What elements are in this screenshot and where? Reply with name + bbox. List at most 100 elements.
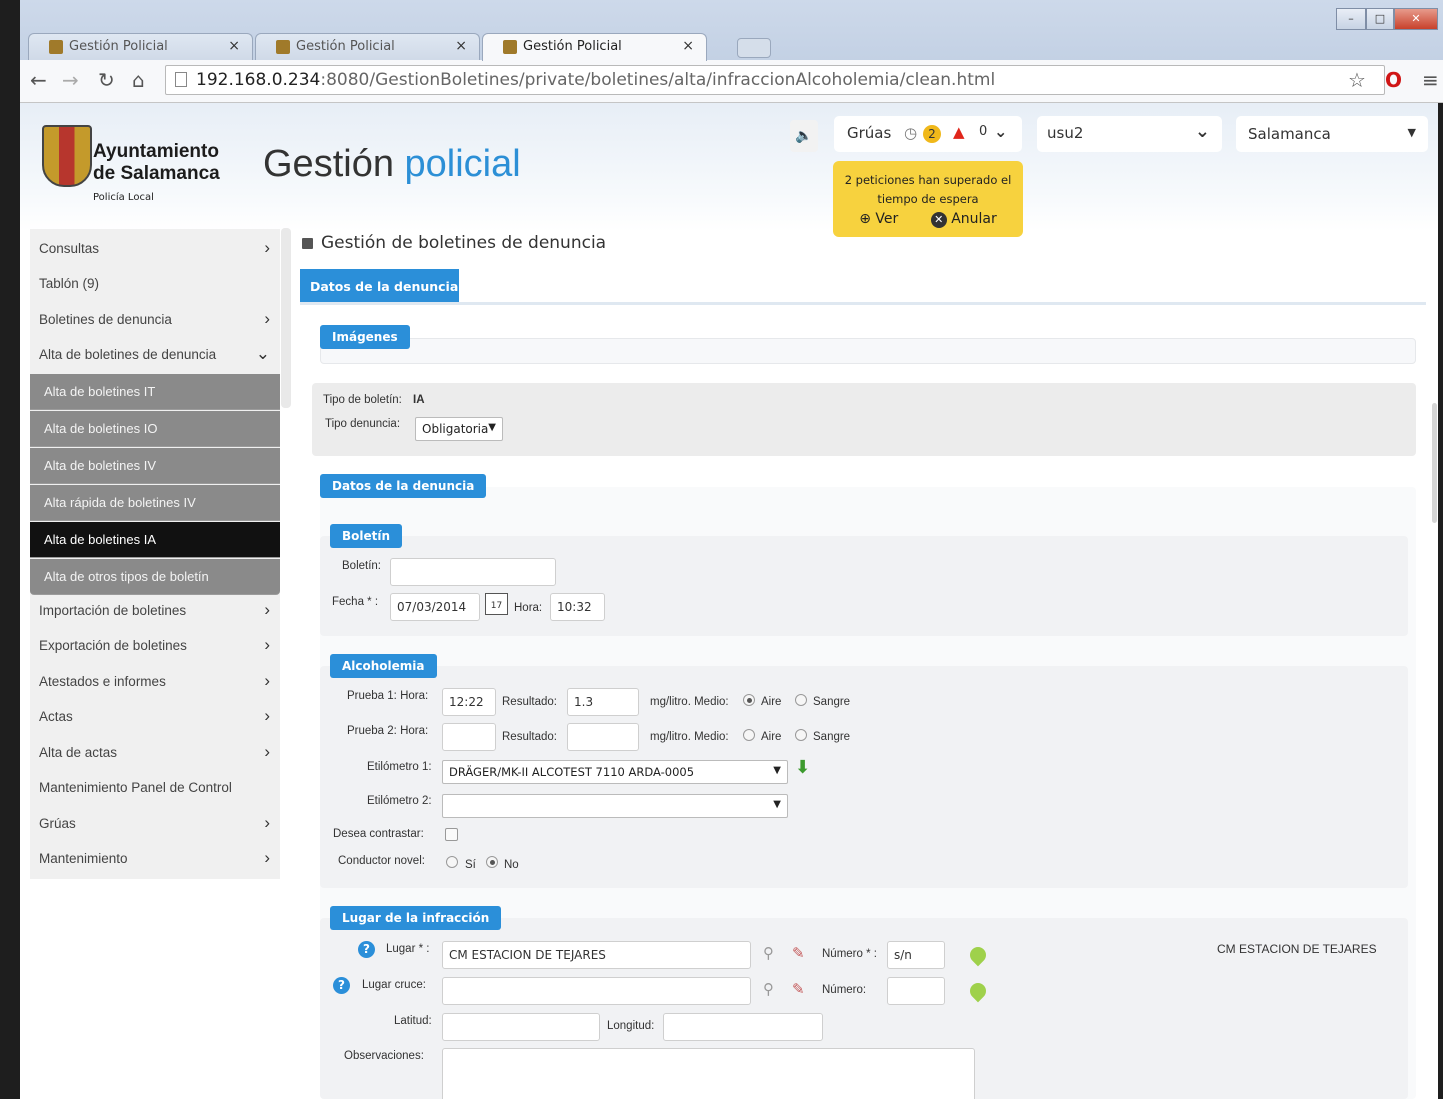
gruas-dropdown[interactable]: Grúas ◷ 2 ▲ 0 ⌄ bbox=[834, 116, 1022, 152]
numero-label: Número: bbox=[822, 984, 867, 996]
prueba1-resultado-input[interactable]: 1.3 bbox=[567, 688, 639, 716]
search-icon[interactable]: ⚲ bbox=[763, 980, 774, 998]
aire-radio-2[interactable] bbox=[743, 729, 755, 741]
menu-icon[interactable]: ≡ bbox=[1422, 68, 1439, 92]
anular-button[interactable]: ✕ Anular bbox=[930, 211, 997, 228]
sangre-radio-1[interactable] bbox=[795, 694, 807, 706]
page-scrollbar[interactable] bbox=[1432, 403, 1437, 523]
sidebar-item-panel-control[interactable]: Mantenimiento Panel de Control bbox=[30, 771, 280, 806]
favicon-icon bbox=[49, 40, 63, 54]
sidebar-item-exportacion[interactable]: Exportación de boletines › bbox=[30, 629, 280, 664]
aire-radio-1[interactable] bbox=[743, 694, 755, 706]
sidebar-item-consultas[interactable]: Consultas › bbox=[30, 232, 280, 267]
back-arrow-icon[interactable]: ← bbox=[30, 68, 47, 92]
prueba2-resultado-input[interactable] bbox=[567, 723, 639, 751]
prueba1-hora-input[interactable]: 12:22 bbox=[442, 688, 496, 716]
sidebar-item-gruas[interactable]: Grúas › bbox=[30, 807, 280, 842]
sidebar-subitem-it[interactable]: Alta de boletines IT bbox=[30, 374, 280, 410]
eraser-icon[interactable]: ✎ bbox=[792, 980, 805, 998]
hora-input[interactable]: 10:32 bbox=[550, 593, 605, 621]
longitud-input[interactable] bbox=[663, 1013, 823, 1041]
search-icon[interactable]: ⚲ bbox=[763, 944, 774, 962]
alcoholemia-legend[interactable]: Alcoholemia bbox=[330, 654, 437, 678]
address-bar[interactable]: 192.168.0.234:8080/GestionBoletines/priv… bbox=[165, 65, 1385, 95]
sidebar-subitem-label: Alta de boletines IV bbox=[44, 458, 157, 473]
mgl-label-1: mg/litro. Medio: bbox=[650, 696, 729, 708]
browser-tab-3[interactable]: Gestión Policial × bbox=[482, 33, 707, 61]
close-window-button[interactable]: ✕ bbox=[1394, 8, 1438, 30]
eraser-icon[interactable]: ✎ bbox=[792, 944, 805, 962]
breadcrumb-icon bbox=[302, 238, 313, 249]
download-arrow-icon[interactable]: ⬇ bbox=[795, 757, 810, 778]
bookmark-star-icon[interactable]: ☆ bbox=[1348, 68, 1366, 92]
help-icon[interactable]: ? bbox=[333, 977, 350, 994]
forward-arrow-icon[interactable]: → bbox=[62, 68, 79, 92]
etilometro1-select[interactable]: DRÄGER/MK-II ALCOTEST 7110 ARDA-0005 ▼ bbox=[442, 760, 788, 784]
home-icon[interactable]: ⌂ bbox=[132, 68, 145, 92]
etilometro2-select[interactable]: ▼ bbox=[442, 794, 788, 818]
sidebar-subitem-label: Alta rápida de boletines IV bbox=[44, 495, 196, 510]
user-dropdown[interactable]: usu2 ⌄ bbox=[1037, 116, 1222, 152]
novel-no-label: No bbox=[504, 859, 519, 871]
page-icon bbox=[175, 72, 187, 87]
datos-denuncia-legend[interactable]: Datos de la denuncia bbox=[320, 474, 487, 498]
lugar-display: CM ESTACION DE TEJARES bbox=[1217, 942, 1377, 956]
boletin-legend[interactable]: Boletín bbox=[330, 524, 403, 548]
boletin-input[interactable] bbox=[390, 558, 556, 586]
chevron-right-icon: › bbox=[264, 309, 270, 328]
sidebar-item-alta-actas[interactable]: Alta de actas › bbox=[30, 736, 280, 771]
tipo-denuncia-select[interactable]: Obligatoria ▼ bbox=[415, 417, 503, 441]
sidebar-item-label: Grúas bbox=[39, 816, 76, 831]
gruas-alert-popup: 2 peticiones han superado el tiempo de e… bbox=[833, 161, 1023, 237]
numero-cruce-input[interactable] bbox=[887, 977, 945, 1005]
sidebar-scrollbar[interactable] bbox=[281, 228, 291, 408]
numero-input[interactable]: s/n bbox=[887, 941, 945, 969]
sidebar-item-alta-boletines[interactable]: Alta de boletines de denuncia ⌄ bbox=[30, 338, 280, 373]
sidebar-subitem-iv[interactable]: Alta de boletines IV bbox=[30, 448, 280, 484]
reload-icon[interactable]: ↻ bbox=[98, 68, 115, 92]
tab-underline bbox=[300, 302, 1426, 305]
sidebar-item-actas[interactable]: Actas › bbox=[30, 700, 280, 735]
sidebar-subitem-ia[interactable]: Alta de boletines IA bbox=[30, 522, 280, 558]
help-icon[interactable]: ? bbox=[358, 941, 375, 958]
minimize-button[interactable]: – bbox=[1336, 8, 1366, 30]
ver-button[interactable]: ⊕ Ver bbox=[859, 211, 898, 227]
observaciones-textarea[interactable] bbox=[442, 1048, 975, 1099]
sidebar-item-tablon[interactable]: Tablón (9) bbox=[30, 267, 280, 302]
novel-no-radio[interactable] bbox=[486, 856, 498, 868]
prueba2-hora-input[interactable] bbox=[442, 723, 496, 751]
browser-tab-1[interactable]: Gestión Policial × bbox=[28, 33, 253, 61]
lugar-input[interactable]: CM ESTACION DE TEJARES bbox=[442, 941, 751, 969]
lugar-legend[interactable]: Lugar de la infracción bbox=[330, 906, 502, 930]
tab-close-icon[interactable]: × bbox=[682, 38, 694, 54]
tab-close-icon[interactable]: × bbox=[455, 38, 467, 54]
sidebar-item-label: Consultas bbox=[39, 241, 100, 256]
calendar-icon[interactable]: 17 bbox=[485, 593, 508, 615]
sidebar-item-boletines[interactable]: Boletines de denuncia › bbox=[30, 303, 280, 338]
contrastar-checkbox[interactable] bbox=[445, 828, 458, 841]
tab-datos-denuncia[interactable]: Datos de la denuncia bbox=[300, 269, 459, 303]
imagenes-legend[interactable]: Imágenes bbox=[320, 325, 410, 349]
sidebar-subitem-io[interactable]: Alta de boletines IO bbox=[30, 411, 280, 447]
speaker-icon[interactable]: 🔈 bbox=[790, 120, 818, 152]
sidebar-item-mantenimiento[interactable]: Mantenimiento › bbox=[30, 842, 280, 877]
tab-close-icon[interactable]: × bbox=[228, 38, 240, 54]
sangre-radio-2[interactable] bbox=[795, 729, 807, 741]
sidebar-subitem-rapida-iv[interactable]: Alta rápida de boletines IV bbox=[30, 485, 280, 521]
city-select[interactable]: Salamanca ▼ bbox=[1236, 116, 1428, 152]
sidebar-item-importacion[interactable]: Importación de boletines › bbox=[30, 594, 280, 629]
fecha-input[interactable]: 07/03/2014 bbox=[390, 593, 480, 621]
sidebar-item-label: Importación de boletines bbox=[39, 603, 187, 618]
novel-label: Conductor novel: bbox=[338, 855, 425, 867]
maximize-button[interactable]: □ bbox=[1366, 8, 1394, 30]
mgl-label-2: mg/litro. Medio: bbox=[650, 731, 729, 743]
novel-si-radio[interactable] bbox=[446, 856, 458, 868]
browser-tab-2[interactable]: Gestión Policial × bbox=[255, 33, 480, 61]
new-tab-button[interactable] bbox=[737, 38, 771, 58]
sidebar-item-atestados[interactable]: Atestados e informes › bbox=[30, 665, 280, 700]
latitud-input[interactable] bbox=[442, 1013, 600, 1041]
opera-extension-icon[interactable]: O bbox=[1385, 68, 1402, 92]
sidebar-subitem-otros[interactable]: Alta de otros tipos de boletín bbox=[30, 559, 280, 595]
lugar-cruce-input[interactable] bbox=[442, 977, 751, 1005]
resultado1-label: Resultado: bbox=[502, 696, 557, 708]
